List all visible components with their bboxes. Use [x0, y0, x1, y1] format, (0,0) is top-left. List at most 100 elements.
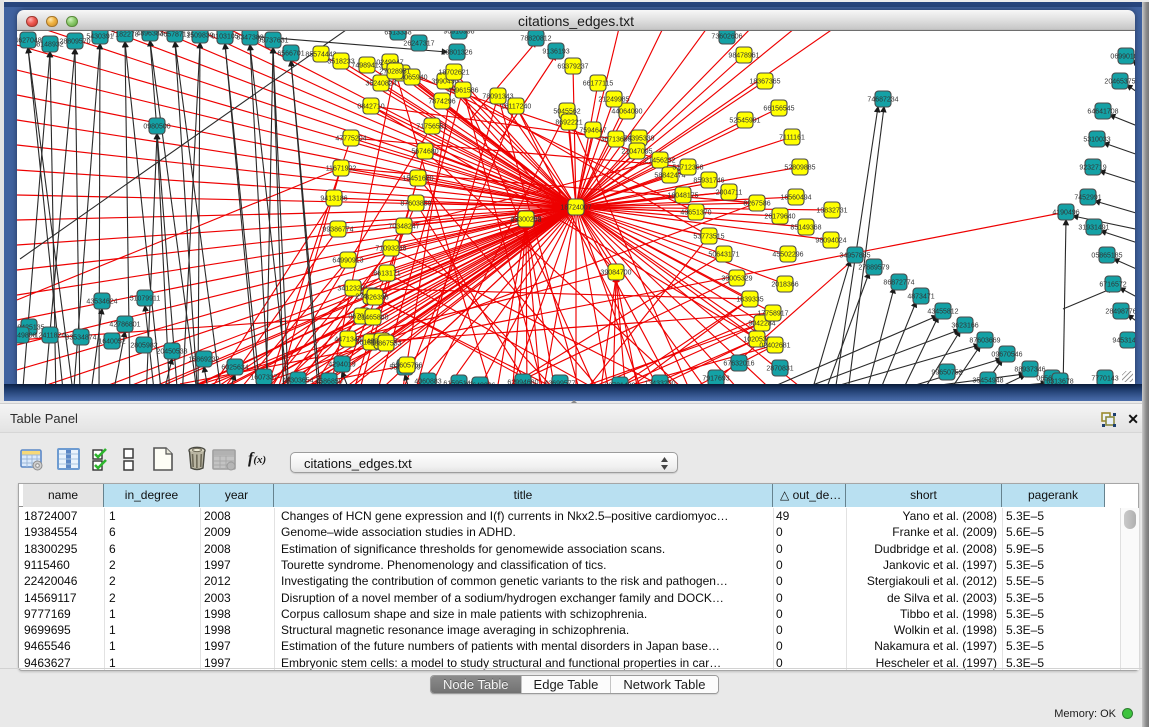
- svg-text:62994680: 62994680: [507, 380, 538, 385]
- svg-text:99650752: 99650752: [931, 370, 962, 377]
- svg-text:2018366: 2018366: [771, 282, 798, 289]
- svg-text:85931746: 85931746: [693, 178, 724, 185]
- svg-text:34957885: 34957885: [839, 253, 870, 260]
- svg-text:7452991: 7452991: [1074, 195, 1101, 202]
- svg-text:31931491: 31931491: [1078, 225, 1109, 232]
- svg-text:0842710: 0842710: [357, 104, 384, 111]
- svg-text:49651370: 49651370: [680, 210, 711, 217]
- svg-text:50643171: 50643171: [708, 252, 739, 259]
- svg-text:43699577: 43699577: [544, 381, 575, 385]
- svg-text:44064090: 44064090: [611, 109, 642, 116]
- svg-text:66177115: 66177115: [583, 81, 614, 88]
- svg-text:09670546: 09670546: [991, 352, 1022, 359]
- svg-text:18724007: 18724007: [560, 205, 591, 212]
- svg-text:52545991: 52545991: [729, 118, 760, 125]
- svg-text:74687234: 74687234: [867, 97, 898, 104]
- svg-text:58867533: 58867533: [370, 341, 401, 348]
- svg-text:42786801: 42786801: [109, 322, 140, 329]
- svg-text:2870831: 2870831: [766, 366, 793, 373]
- svg-text:4873471: 4873471: [907, 294, 934, 301]
- svg-text:10801326: 10801326: [441, 50, 472, 57]
- svg-text:16048175: 16048175: [667, 193, 698, 200]
- svg-text:51712368: 51712368: [672, 165, 703, 172]
- svg-text:6566701: 6566701: [277, 51, 304, 58]
- svg-text:11671902: 11671902: [326, 166, 357, 173]
- svg-text:4586850: 4586850: [315, 379, 342, 385]
- svg-text:0103105: 0103105: [211, 34, 238, 41]
- svg-text:02402681: 02402681: [759, 343, 790, 350]
- svg-text:7594647: 7594647: [579, 128, 606, 135]
- svg-text:3623166: 3623166: [951, 323, 978, 330]
- svg-text:1640052: 1640052: [98, 339, 125, 346]
- svg-text:51079911: 51079911: [130, 296, 161, 303]
- svg-text:52809885: 52809885: [784, 165, 815, 172]
- svg-text:26179640: 26179640: [764, 214, 795, 221]
- svg-text:21456232: 21456232: [644, 158, 675, 165]
- svg-text:87603669: 87603669: [969, 338, 1000, 345]
- svg-text:9136193: 9136193: [542, 49, 569, 56]
- svg-text:13433200: 13433200: [644, 381, 675, 385]
- svg-text:88937346: 88937346: [1014, 367, 1045, 374]
- svg-text:15869232: 15869232: [188, 357, 219, 364]
- svg-text:8692221: 8692221: [555, 120, 582, 127]
- svg-text:93534874: 93534874: [65, 335, 96, 342]
- svg-text:7182278: 7182278: [111, 32, 138, 39]
- svg-text:99386774: 99386774: [322, 227, 353, 234]
- svg-text:7917693: 7917693: [702, 376, 729, 383]
- svg-text:43455812: 43455812: [927, 309, 958, 316]
- svg-text:26247317: 26247317: [403, 41, 434, 48]
- svg-text:85574443: 85574443: [305, 52, 336, 59]
- svg-text:99737631: 99737631: [257, 38, 288, 45]
- svg-text:20465375: 20465375: [1104, 79, 1135, 86]
- svg-text:64990913: 64990913: [332, 258, 363, 265]
- svg-text:74395339: 74395339: [623, 136, 654, 143]
- svg-text:7826398: 7826398: [361, 295, 388, 302]
- svg-text:06990162: 06990162: [1110, 54, 1135, 61]
- svg-text:2805982: 2805982: [130, 343, 157, 350]
- svg-text:73602606: 73602606: [711, 34, 742, 41]
- svg-text:87603859: 87603859: [400, 201, 431, 208]
- svg-text:7874296: 7874296: [428, 99, 455, 106]
- svg-text:67632016: 67632016: [723, 361, 754, 368]
- svg-text:4190496: 4190496: [1052, 210, 1079, 217]
- svg-text:43303654: 43303654: [282, 378, 313, 385]
- svg-text:18367365: 18367365: [749, 79, 780, 86]
- svg-text:35454948: 35454948: [972, 378, 1003, 385]
- svg-text:2004711: 2004711: [716, 190, 743, 197]
- svg-text:66156545: 66156545: [763, 106, 794, 113]
- svg-text:1607337: 1607337: [250, 375, 277, 382]
- svg-text:43534624: 43534624: [86, 299, 117, 306]
- svg-text:7111161: 7111161: [779, 135, 805, 142]
- svg-text:21249985: 21249985: [598, 97, 629, 104]
- svg-text:98094024: 98094024: [815, 238, 846, 245]
- svg-text:5310033: 5310033: [1083, 137, 1110, 144]
- svg-text:4294019: 4294019: [328, 362, 355, 369]
- svg-text:28498776: 28498776: [1105, 309, 1135, 316]
- svg-text:4060883: 4060883: [414, 379, 441, 385]
- svg-text:1509839: 1509839: [186, 33, 213, 40]
- svg-text:35240824: 35240824: [365, 81, 396, 88]
- svg-text:05865185: 05865185: [1091, 253, 1122, 260]
- svg-text:19832731: 19832731: [816, 208, 847, 215]
- svg-text:0980500: 0980500: [143, 124, 170, 131]
- svg-text:63605766: 63605766: [391, 363, 422, 370]
- svg-text:8267586: 8267586: [743, 201, 770, 208]
- svg-text:16560494: 16560494: [780, 195, 811, 202]
- svg-text:12411824: 12411824: [35, 333, 66, 340]
- svg-text:16117240: 16117240: [501, 104, 532, 111]
- svg-text:45502296: 45502296: [772, 252, 803, 259]
- svg-text:94531473: 94531473: [1112, 338, 1135, 345]
- svg-text:71093248: 71093248: [375, 246, 406, 253]
- svg-text:6513338: 6513338: [384, 31, 411, 37]
- svg-text:38721489: 38721489: [604, 383, 635, 385]
- svg-text:64641708: 64641708: [1087, 109, 1118, 116]
- svg-text:1839335: 1839335: [736, 297, 763, 304]
- svg-text:65648236: 65648236: [464, 383, 495, 385]
- svg-text:39084700: 39084700: [600, 270, 631, 277]
- svg-text:20450533: 20450533: [156, 349, 187, 356]
- svg-text:39005329: 39005329: [721, 276, 752, 283]
- svg-text:78820812: 78820812: [520, 36, 551, 43]
- svg-text:6716572: 6716572: [1099, 282, 1126, 289]
- svg-text:15451680: 15451680: [402, 176, 433, 183]
- svg-text:18702621: 18702621: [438, 70, 469, 77]
